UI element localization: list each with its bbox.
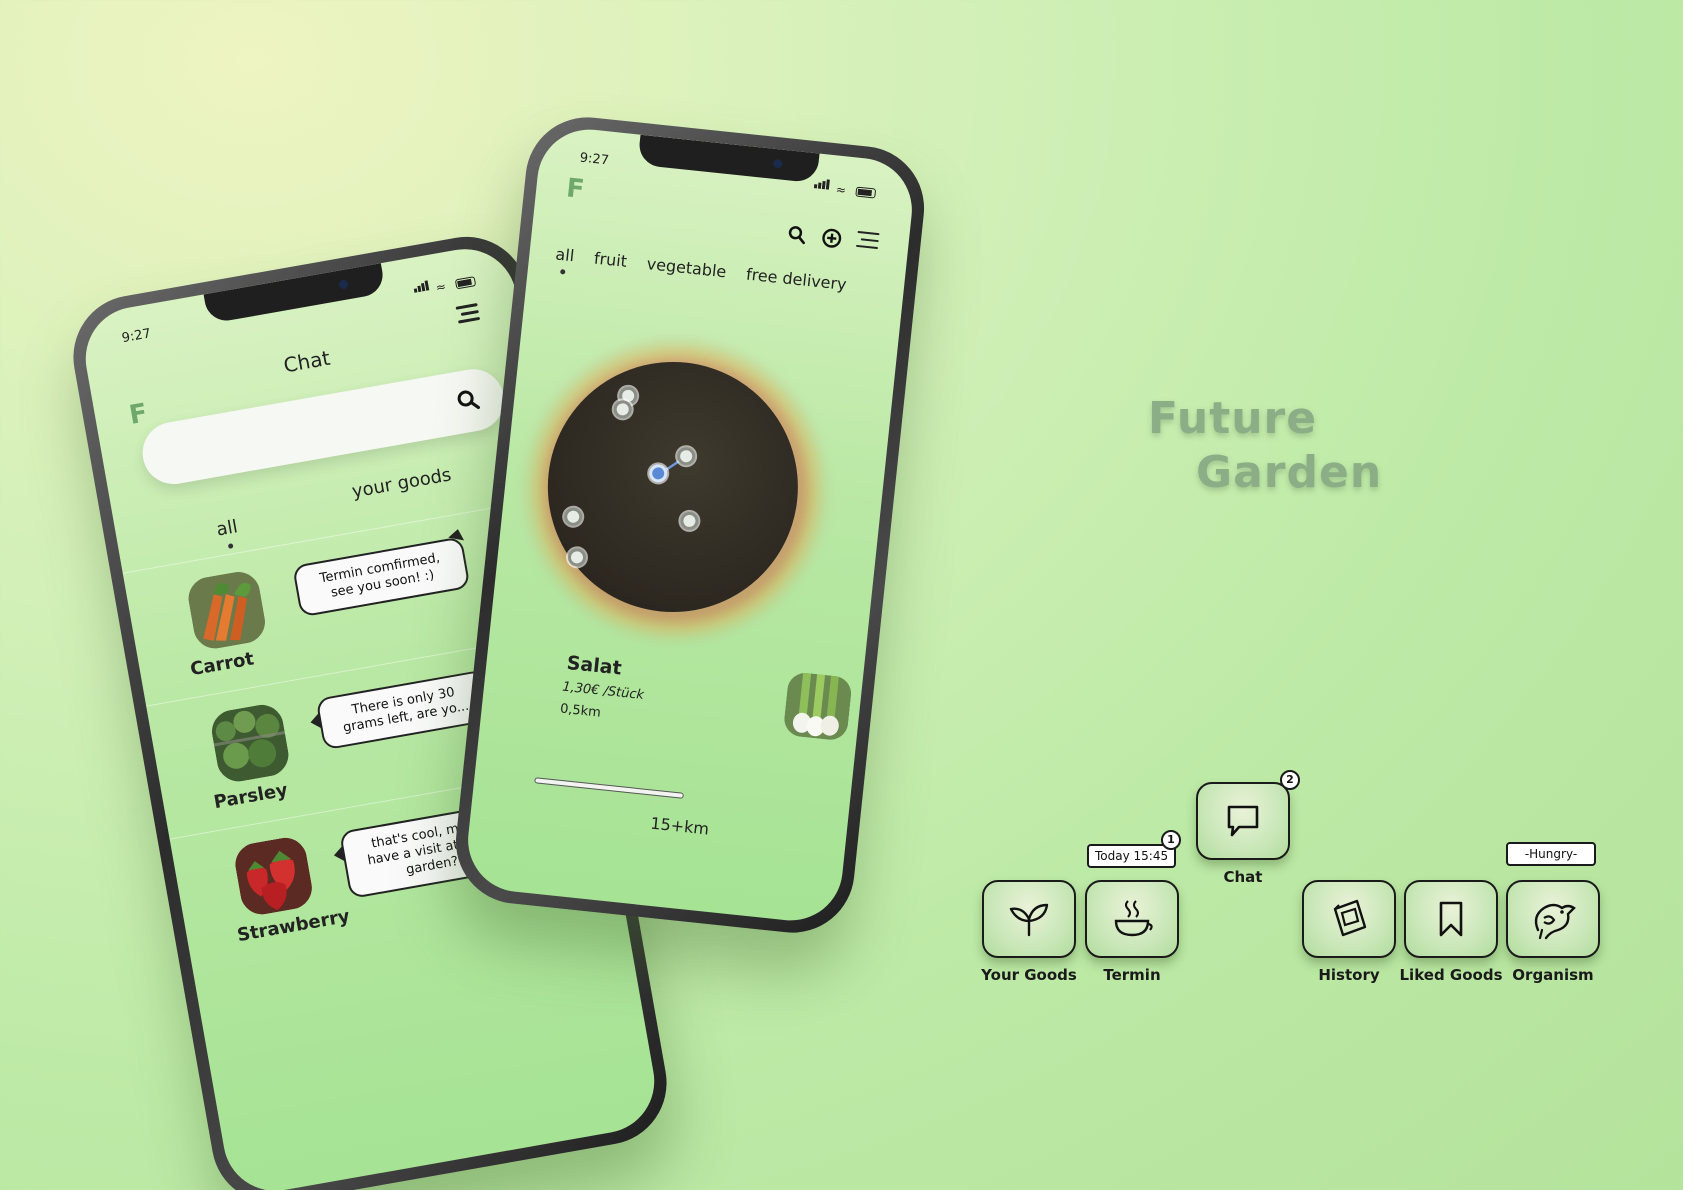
organism-status-tag: -Hungry- — [1506, 842, 1596, 866]
tab-your-goods[interactable]: your goods — [350, 464, 453, 502]
add-circle-icon[interactable] — [820, 226, 844, 250]
speech-bubble-icon — [1227, 805, 1259, 837]
map-phone-mockup: 9:27 ≈ F all fruit vegetable free delive… — [449, 111, 931, 939]
message-preview: Termin comfirmed, see you soon! :) — [292, 536, 471, 618]
your-goods-button[interactable] — [982, 880, 1076, 958]
strawberry-thumbnail — [231, 834, 316, 918]
nav-termin[interactable]: Today 15:45 1 Termin — [1085, 830, 1181, 984]
product-thumbnail[interactable] — [782, 671, 853, 742]
brand-line-2: Garden — [1196, 447, 1383, 498]
map-radar[interactable] — [535, 349, 811, 625]
brand-line-1: Future — [1148, 393, 1318, 444]
tab-free-delivery[interactable]: free delivery — [745, 265, 847, 294]
organism-label: Organism — [1512, 966, 1594, 984]
tab-all[interactable]: all — [215, 516, 239, 540]
chat-button[interactable] — [1196, 782, 1290, 860]
history-button[interactable] — [1302, 880, 1396, 958]
battery-icon — [855, 186, 877, 199]
parsley-thumbnail — [208, 701, 292, 785]
tab-fruit[interactable]: fruit — [593, 249, 628, 271]
distance-range-label: 15+km — [649, 813, 710, 839]
phone-notch — [203, 263, 387, 324]
termin-button[interactable] — [1085, 880, 1179, 958]
product-name[interactable]: Salat — [566, 652, 623, 680]
product-distance: 0,5km — [559, 701, 602, 721]
termin-label: Termin — [1103, 966, 1161, 984]
wifi-icon: ≈ — [434, 279, 448, 295]
termin-badge: 1 — [1161, 830, 1181, 850]
battery-icon — [454, 276, 477, 290]
toolbar — [786, 223, 880, 254]
distance-slider[interactable] — [534, 777, 684, 799]
category-tabs: all fruit vegetable free delivery — [555, 245, 895, 299]
menu-icon[interactable] — [455, 303, 481, 328]
wifi-icon: ≈ — [835, 182, 847, 198]
nav-organism[interactable]: -Hungry- Organism — [1506, 842, 1600, 984]
conversation-name: Parsley — [212, 779, 290, 814]
menu-icon[interactable] — [855, 230, 880, 253]
status-bar-icons: ≈ — [412, 267, 477, 296]
app-logo: F — [126, 398, 150, 431]
cup-icon — [1114, 900, 1153, 937]
nav-liked-goods[interactable]: Liked Goods — [1400, 880, 1503, 984]
phone-notch — [637, 134, 820, 184]
carrot-thumbnail — [185, 568, 269, 652]
signal-icon — [412, 275, 431, 296]
nav-your-goods[interactable]: Your Goods — [981, 880, 1077, 984]
search-icon[interactable] — [786, 224, 808, 246]
status-time: 9:27 — [578, 150, 610, 169]
status-bar-icons: ≈ — [813, 173, 877, 199]
organism-button[interactable] — [1506, 880, 1600, 958]
tab-all[interactable]: all — [555, 245, 576, 266]
history-icon — [1333, 899, 1367, 937]
bookmark-icon — [1439, 901, 1463, 937]
sprout-icon — [1009, 903, 1049, 937]
app-logo: F — [564, 173, 586, 206]
search-icon[interactable] — [454, 386, 482, 414]
signal-icon — [813, 173, 831, 194]
nav-history[interactable]: History — [1302, 880, 1396, 984]
product-price: 1,30€ /Stück — [561, 679, 645, 704]
bird-icon — [1534, 903, 1576, 940]
tab-vegetable[interactable]: vegetable — [646, 254, 727, 281]
chat-label: Chat — [1223, 868, 1263, 886]
brand-wordmark: Future Garden — [1148, 392, 1382, 500]
chat-badge: 2 — [1280, 770, 1300, 790]
nav-chat[interactable]: 2 Chat — [1196, 770, 1300, 886]
termin-time-tag: Today 15:45 — [1087, 844, 1177, 868]
liked-goods-button[interactable] — [1404, 880, 1498, 958]
conversation-name: Carrot — [188, 648, 256, 681]
status-time: 9:27 — [120, 326, 153, 347]
map-screen: 9:27 ≈ F all fruit vegetable free delive… — [462, 124, 918, 926]
route-line — [658, 456, 686, 476]
